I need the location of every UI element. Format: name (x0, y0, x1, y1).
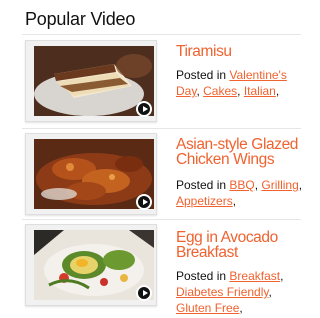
category-link[interactable]: BBQ (229, 178, 254, 192)
video-meta: Posted in Valentine's Day, Cakes, Italia… (176, 68, 287, 98)
category-link[interactable]: Grilling (261, 178, 298, 192)
video-thumbnail-frame[interactable] (25, 224, 157, 306)
category-link[interactable]: Italian (244, 84, 276, 98)
video-item: Tiramisu Posted in Valentine's Day, Cake… (22, 35, 305, 129)
video-item: Asian-style Glazed Chicken Wings Posted … (22, 128, 305, 220)
video-item: Egg in Avocado Breakfast Posted in Break… (22, 219, 305, 318)
category-link[interactable]: Cakes (203, 84, 237, 98)
posted-in-label: Posted in (176, 178, 227, 192)
popular-video-widget: Popular Video Tiramisu Posted in Valenti… (0, 0, 309, 318)
play-icon[interactable] (136, 194, 152, 210)
play-icon[interactable] (136, 101, 152, 117)
video-title-link[interactable]: Egg in Avocado Breakfast (176, 230, 306, 261)
posted-in-label: Posted in (176, 269, 227, 283)
video-meta: Posted in BBQ, Grilling, Appetizers, (176, 178, 303, 208)
video-meta: Posted in Breakfast, Diabetes Friendly, … (176, 269, 284, 315)
category-link[interactable]: Diabetes Friendly (176, 285, 268, 299)
video-title-link[interactable]: Tiramisu (176, 44, 306, 60)
category-link[interactable]: Appetizers (176, 194, 233, 208)
posted-in-label: Posted in (176, 68, 227, 82)
video-thumbnail-frame[interactable] (25, 40, 157, 122)
category-link[interactable]: Breakfast (229, 269, 280, 283)
video-title-link[interactable]: Asian-style Glazed Chicken Wings (176, 137, 306, 168)
play-icon[interactable] (136, 285, 152, 301)
video-thumbnail-frame[interactable] (25, 133, 157, 215)
category-link[interactable]: Gluten Free (176, 301, 239, 315)
widget-title: Popular Video (25, 9, 136, 29)
